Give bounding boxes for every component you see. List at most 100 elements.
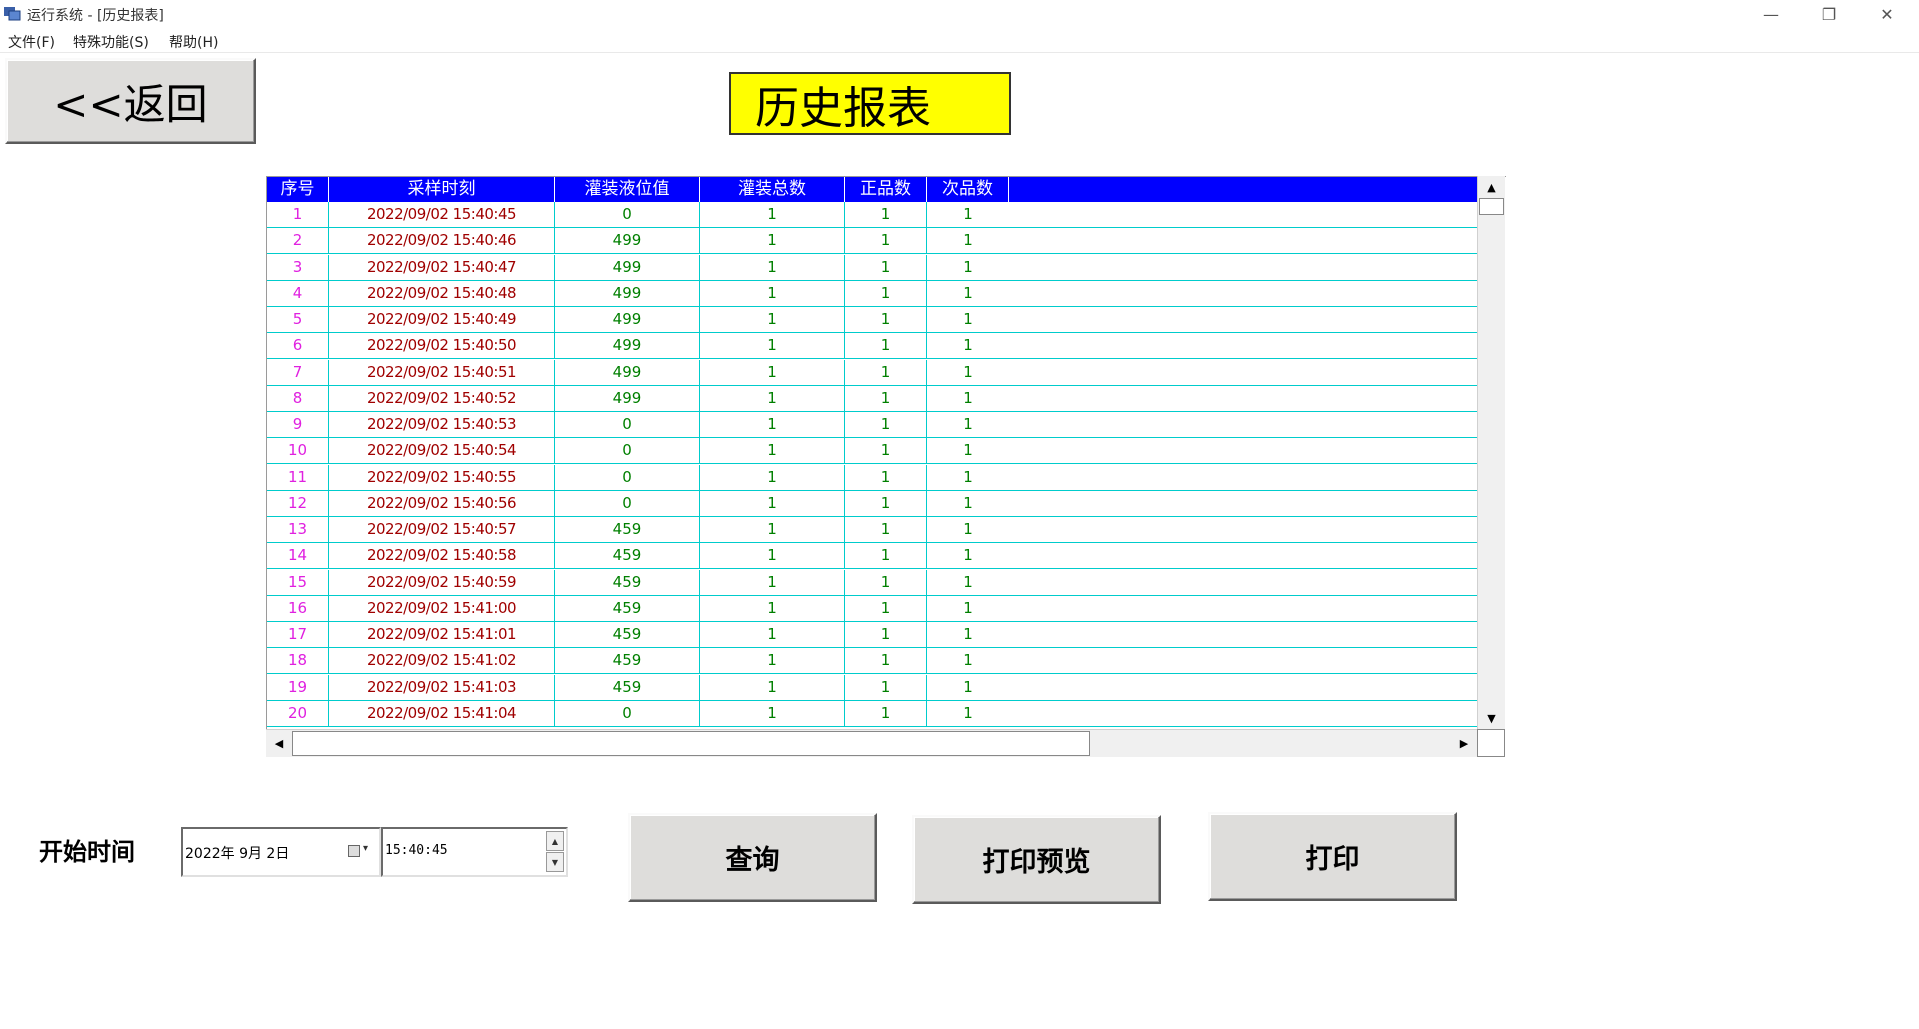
cell-col-fill-total: 1 — [700, 333, 845, 359]
table-row[interactable]: 7 2022/09/02 15:40:51 499 1 1 1 — [267, 360, 1477, 386]
close-button[interactable]: ✕ — [1858, 0, 1916, 28]
table-row[interactable]: 15 2022/09/02 15:40:59 459 1 1 1 — [267, 570, 1477, 596]
cell-col-sample-time: 2022/09/02 15:41:04 — [329, 701, 555, 727]
minimize-button[interactable]: — — [1742, 0, 1800, 28]
scroll-left-arrow-icon[interactable]: ◀ — [266, 730, 292, 757]
table-row[interactable]: 5 2022/09/02 15:40:49 499 1 1 1 — [267, 307, 1477, 333]
history-report-grid[interactable]: 序号 采样时刻 灌装液位值 灌装总数 正品数 次品数 1 2022/09/02 15:40:… — [266, 176, 1506, 757]
calendar-icon[interactable] — [348, 845, 360, 857]
table-row[interactable]: 13 2022/09/02 15:40:57 459 1 1 1 — [267, 517, 1477, 543]
table-row[interactable]: 9 2022/09/02 15:40:53 0 1 1 1 — [267, 412, 1477, 438]
cell-col-defect-count: 1 — [963, 599, 973, 617]
vertical-scroll-thumb[interactable] — [1479, 198, 1504, 215]
cell-col-fill-level: 0 — [555, 465, 700, 491]
start-time-picker[interactable]: 15:40:45 ▲ ▼ — [381, 827, 568, 877]
cell-col-fill-total: 1 — [700, 281, 845, 307]
cell-col-fill-level: 499 — [555, 386, 700, 412]
cell-col-index: 14 — [267, 543, 329, 569]
header-col-fill-total[interactable]: 灌装总数 — [700, 177, 845, 202]
spin-up-icon[interactable]: ▲ — [546, 831, 564, 851]
cell-col-sample-time: 2022/09/02 15:40:54 — [329, 438, 555, 464]
cell-col-good-count: 1 — [845, 228, 927, 254]
horizontal-scrollbar[interactable]: ◀ ▶ — [266, 729, 1477, 757]
query-button[interactable]: 查询 — [628, 813, 877, 902]
cell-col-defect-count: 1 — [963, 625, 973, 643]
cell-col-defect-count: 1 — [963, 231, 973, 249]
scroll-up-arrow-icon[interactable]: ▲ — [1478, 176, 1505, 198]
cell-col-defect-count: 1 — [963, 678, 973, 696]
scrollbar-corner — [1477, 729, 1505, 757]
restore-button[interactable]: ❐ — [1800, 0, 1858, 28]
menu-file[interactable]: 文件(F) — [8, 32, 55, 52]
back-button[interactable]: <<返回 — [5, 58, 256, 144]
cell-col-fill-total: 1 — [700, 517, 845, 543]
header-col-index[interactable]: 序号 — [267, 177, 329, 202]
header-col-good-count[interactable]: 正品数 — [845, 177, 927, 202]
scroll-right-arrow-icon[interactable]: ▶ — [1451, 730, 1477, 757]
header-col-fill-level[interactable]: 灌装液位值 — [555, 177, 700, 202]
cell-col-index: 15 — [267, 570, 329, 596]
cell-col-fill-total: 1 — [700, 438, 845, 464]
table-row[interactable]: 3 2022/09/02 15:40:47 499 1 1 1 — [267, 255, 1477, 281]
cell-col-sample-time: 2022/09/02 15:41:00 — [329, 596, 555, 622]
table-row[interactable]: 20 2022/09/02 15:41:04 0 1 1 1 — [267, 701, 1477, 727]
table-row[interactable]: 4 2022/09/02 15:40:48 499 1 1 1 — [267, 281, 1477, 307]
cell-col-sample-time: 2022/09/02 15:40:56 — [329, 491, 555, 517]
table-row[interactable]: 2 2022/09/02 15:40:46 499 1 1 1 — [267, 228, 1477, 254]
menu-special-functions[interactable]: 特殊功能(S) — [73, 32, 149, 52]
cell-col-good-count: 1 — [845, 543, 927, 569]
spin-down-icon[interactable]: ▼ — [546, 852, 564, 872]
cell-col-defect-count: 1 — [963, 651, 973, 669]
cell-col-index: 9 — [267, 412, 329, 438]
cell-col-defect-count: 1 — [963, 205, 973, 223]
print-button[interactable]: 打印 — [1208, 812, 1457, 901]
table-row[interactable]: 16 2022/09/02 15:41:00 459 1 1 1 — [267, 596, 1477, 622]
table-row[interactable]: 12 2022/09/02 15:40:56 0 1 1 1 — [267, 491, 1477, 517]
cell-col-good-count: 1 — [845, 255, 927, 281]
table-row[interactable]: 14 2022/09/02 15:40:58 459 1 1 1 — [267, 543, 1477, 569]
cell-col-good-count: 1 — [845, 438, 927, 464]
scroll-down-arrow-icon[interactable]: ▼ — [1478, 707, 1505, 729]
table-row[interactable]: 8 2022/09/02 15:40:52 499 1 1 1 — [267, 386, 1477, 412]
time-spinner[interactable]: ▲ ▼ — [546, 831, 564, 873]
cell-col-good-count: 1 — [845, 307, 927, 333]
menu-help[interactable]: 帮助(H) — [169, 32, 218, 52]
chevron-down-icon[interactable]: ▾ — [363, 843, 368, 854]
title-bar: 运行系统 - [历史报表] — ❐ ✕ — [0, 0, 1919, 28]
table-row[interactable]: 10 2022/09/02 15:40:54 0 1 1 1 — [267, 438, 1477, 464]
cell-col-sample-time: 2022/09/02 15:40:48 — [329, 281, 555, 307]
cell-col-fill-level: 459 — [555, 517, 700, 543]
table-row[interactable]: 6 2022/09/02 15:40:50 499 1 1 1 — [267, 333, 1477, 359]
print-preview-button[interactable]: 打印预览 — [912, 815, 1161, 904]
time-value: 15:40:45 — [385, 843, 448, 858]
cell-col-fill-level: 499 — [555, 333, 700, 359]
header-col-defect-count[interactable]: 次品数 — [927, 177, 1009, 202]
start-date-picker[interactable]: 2022年 9月 2日 ▾ — [181, 827, 381, 877]
cell-col-defect-count: 1 — [963, 441, 973, 459]
table-row[interactable]: 11 2022/09/02 15:40:55 0 1 1 1 — [267, 465, 1477, 491]
cell-col-fill-level: 499 — [555, 255, 700, 281]
cell-col-index: 11 — [267, 465, 329, 491]
cell-col-fill-total: 1 — [700, 202, 845, 228]
cell-col-fill-total: 1 — [700, 701, 845, 727]
cell-col-defect-count: 1 — [963, 573, 973, 591]
header-col-sample-time[interactable]: 采样时刻 — [329, 177, 555, 202]
vertical-scrollbar[interactable]: ▲ ▼ — [1477, 176, 1505, 729]
cell-col-fill-total: 1 — [700, 412, 845, 438]
horizontal-scroll-thumb[interactable] — [292, 731, 1090, 756]
cell-col-defect-count: 1 — [963, 310, 973, 328]
cell-col-index: 16 — [267, 596, 329, 622]
table-row[interactable]: 1 2022/09/02 15:40:45 0 1 1 1 — [267, 202, 1477, 228]
cell-col-index: 13 — [267, 517, 329, 543]
cell-col-fill-level: 459 — [555, 596, 700, 622]
window-title: 运行系统 - [历史报表] — [27, 8, 164, 24]
cell-col-good-count: 1 — [845, 333, 927, 359]
table-row[interactable]: 18 2022/09/02 15:41:02 459 1 1 1 — [267, 648, 1477, 674]
cell-col-good-count: 1 — [845, 386, 927, 412]
cell-col-fill-total: 1 — [700, 570, 845, 596]
table-row[interactable]: 17 2022/09/02 15:41:01 459 1 1 1 — [267, 622, 1477, 648]
cell-col-sample-time: 2022/09/02 15:40:51 — [329, 360, 555, 386]
table-row[interactable]: 19 2022/09/02 15:41:03 459 1 1 1 — [267, 675, 1477, 701]
cell-col-index: 10 — [267, 438, 329, 464]
cell-col-defect-count: 1 — [963, 389, 973, 407]
